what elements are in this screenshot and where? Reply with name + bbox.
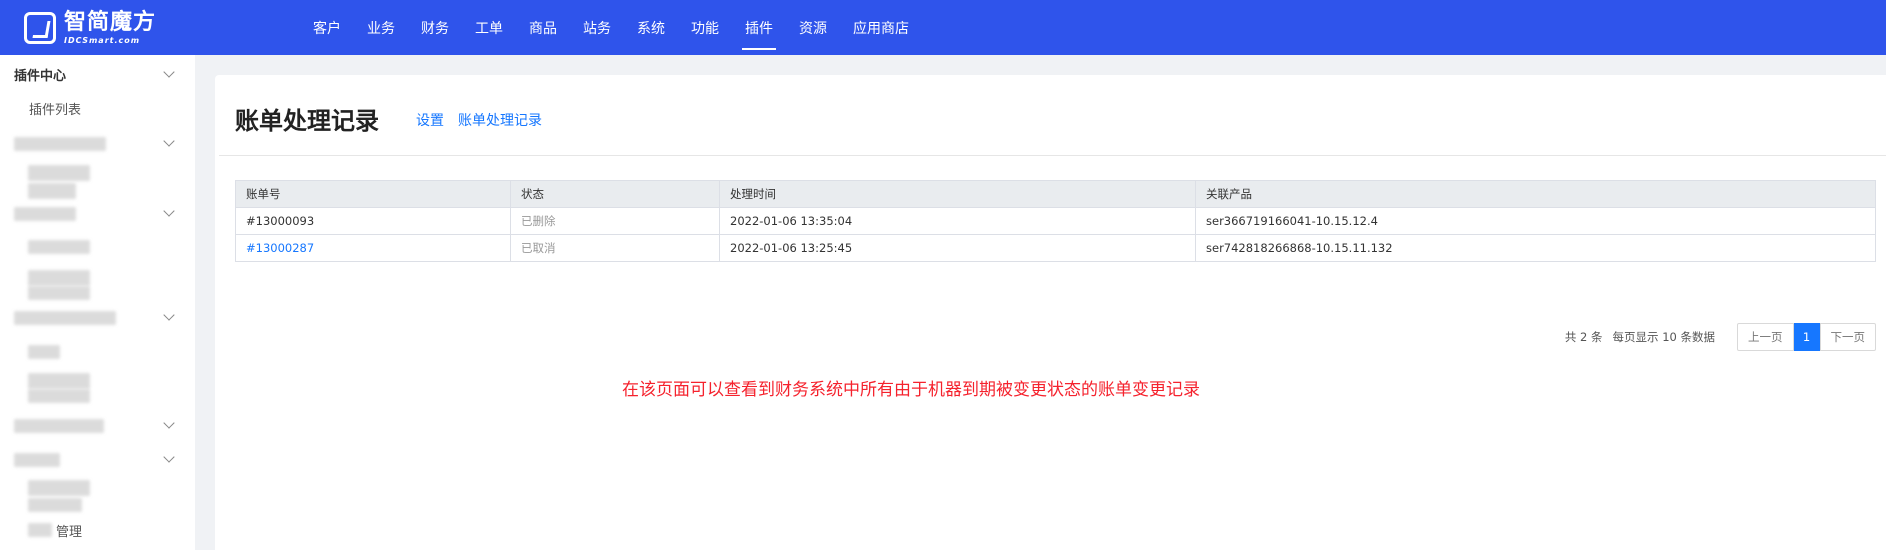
sidebar: 插件中心 插件列表 管理 (0, 55, 195, 550)
chevron-down-icon (163, 66, 175, 78)
nav-tickets[interactable]: 工单 (462, 0, 516, 55)
annotation-note: 在该页面可以查看到财务系统中所有由于机器到期被变更状态的账单变更记录 (622, 380, 1200, 400)
sidebar-item-label: 插件列表 (29, 102, 82, 118)
redacted-label (28, 480, 90, 496)
nav-customers[interactable]: 客户 (300, 0, 354, 55)
page-1-button[interactable]: 1 (1793, 323, 1820, 351)
logo-icon (24, 12, 56, 44)
brand-domain: IDCSmart.com (64, 35, 141, 45)
related-product: ser366719166041-10.15.12.4 (1195, 207, 1876, 235)
redacted-label (14, 453, 60, 467)
sidebar-item-redacted[interactable]: 管理 (0, 515, 195, 545)
tab-invoice-records[interactable]: 账单处理记录 (458, 110, 542, 130)
main-nav: 客户 业务 财务 工单 商品 站务 系统 功能 插件 资源 应用商店 (300, 0, 922, 55)
records-table: 账单号 状态 处理时间 关联产品 #13000093 已删除 2022-01-0… (235, 180, 1876, 262)
chevron-down-icon (163, 135, 175, 147)
brand-name: 智简魔方 (64, 9, 157, 35)
redacted-label (14, 137, 106, 151)
brand-logo[interactable]: 智简魔方 IDCSmart.com (24, 10, 194, 46)
sidebar-group-label: 插件中心 (14, 68, 67, 84)
redacted-label (28, 240, 90, 254)
redacted-label (14, 419, 104, 433)
chevron-down-icon (163, 309, 175, 321)
nav-features[interactable]: 功能 (678, 0, 732, 55)
chevron-down-icon (163, 205, 175, 217)
invoice-number: #13000093 (235, 207, 511, 235)
processed-time: 2022-01-06 13:25:45 (719, 234, 1196, 262)
nav-system[interactable]: 系统 (624, 0, 678, 55)
redacted-label (28, 165, 90, 181)
pagination: 共 2 条 每页显示 10 条数据 上一页 1 下一页 (1565, 323, 1876, 351)
column-header-time: 处理时间 (719, 180, 1196, 208)
total-count: 共 2 条 (1564, 330, 1603, 344)
sidebar-group-redacted[interactable] (0, 198, 195, 228)
next-page-button[interactable]: 下一页 (1819, 323, 1876, 351)
nav-site[interactable]: 站务 (570, 0, 624, 55)
status-text: 已删除 (510, 207, 720, 235)
column-header-invoice: 账单号 (235, 180, 511, 208)
column-header-product: 关联产品 (1195, 180, 1876, 208)
status-text: 已取消 (510, 234, 720, 262)
nav-business[interactable]: 业务 (354, 0, 408, 55)
chevron-down-icon (163, 417, 175, 429)
table-header-row: 账单号 状态 处理时间 关联产品 (235, 180, 1876, 208)
processed-time: 2022-01-06 13:35:04 (719, 207, 1196, 235)
sidebar-group-plugin-center[interactable]: 插件中心 (0, 59, 195, 89)
redacted-label (14, 207, 76, 221)
redacted-label (28, 498, 82, 512)
sidebar-group-redacted[interactable] (0, 410, 195, 440)
nav-app-store[interactable]: 应用商店 (840, 0, 922, 55)
table-row: #13000287 已取消 2022-01-06 13:25:45 ser742… (235, 234, 1876, 262)
nav-plugins[interactable]: 插件 (732, 0, 786, 55)
related-product: ser742818266868-10.15.11.132 (1195, 234, 1876, 262)
nav-finance[interactable]: 财务 (408, 0, 462, 55)
redacted-label (28, 373, 90, 389)
per-page-info: 每页显示 10 条数据 (1612, 330, 1715, 344)
page-title: 账单处理记录 (235, 107, 379, 135)
header-divider (219, 155, 1886, 156)
redacted-label (28, 345, 60, 359)
nav-resources[interactable]: 资源 (786, 0, 840, 55)
top-navbar: 智简魔方 IDCSmart.com 客户 业务 财务 工单 商品 站务 系统 功… (0, 0, 1886, 55)
tab-settings[interactable]: 设置 (416, 110, 444, 130)
sidebar-item-plugin-list[interactable]: 插件列表 (0, 93, 195, 123)
redacted-label (28, 389, 90, 403)
column-header-status: 状态 (510, 180, 720, 208)
prev-page-button[interactable]: 上一页 (1737, 323, 1794, 351)
redacted-label (28, 286, 90, 300)
nav-products[interactable]: 商品 (516, 0, 570, 55)
redacted-label (28, 523, 52, 537)
sidebar-item-label: 管理 (56, 524, 83, 540)
sidebar-group-redacted[interactable] (0, 302, 195, 332)
invoice-link[interactable]: #13000287 (246, 241, 314, 255)
sidebar-group-redacted[interactable] (0, 444, 195, 474)
redacted-label (28, 270, 90, 286)
sidebar-group-redacted[interactable] (0, 128, 195, 158)
redacted-label (28, 183, 76, 199)
content-panel: 账单处理记录 设置 账单处理记录 账单号 状态 处理时间 关联产品 #13000… (215, 75, 1886, 550)
chevron-down-icon (163, 451, 175, 463)
redacted-label (14, 311, 116, 325)
table-row: #13000093 已删除 2022-01-06 13:35:04 ser366… (235, 207, 1876, 235)
